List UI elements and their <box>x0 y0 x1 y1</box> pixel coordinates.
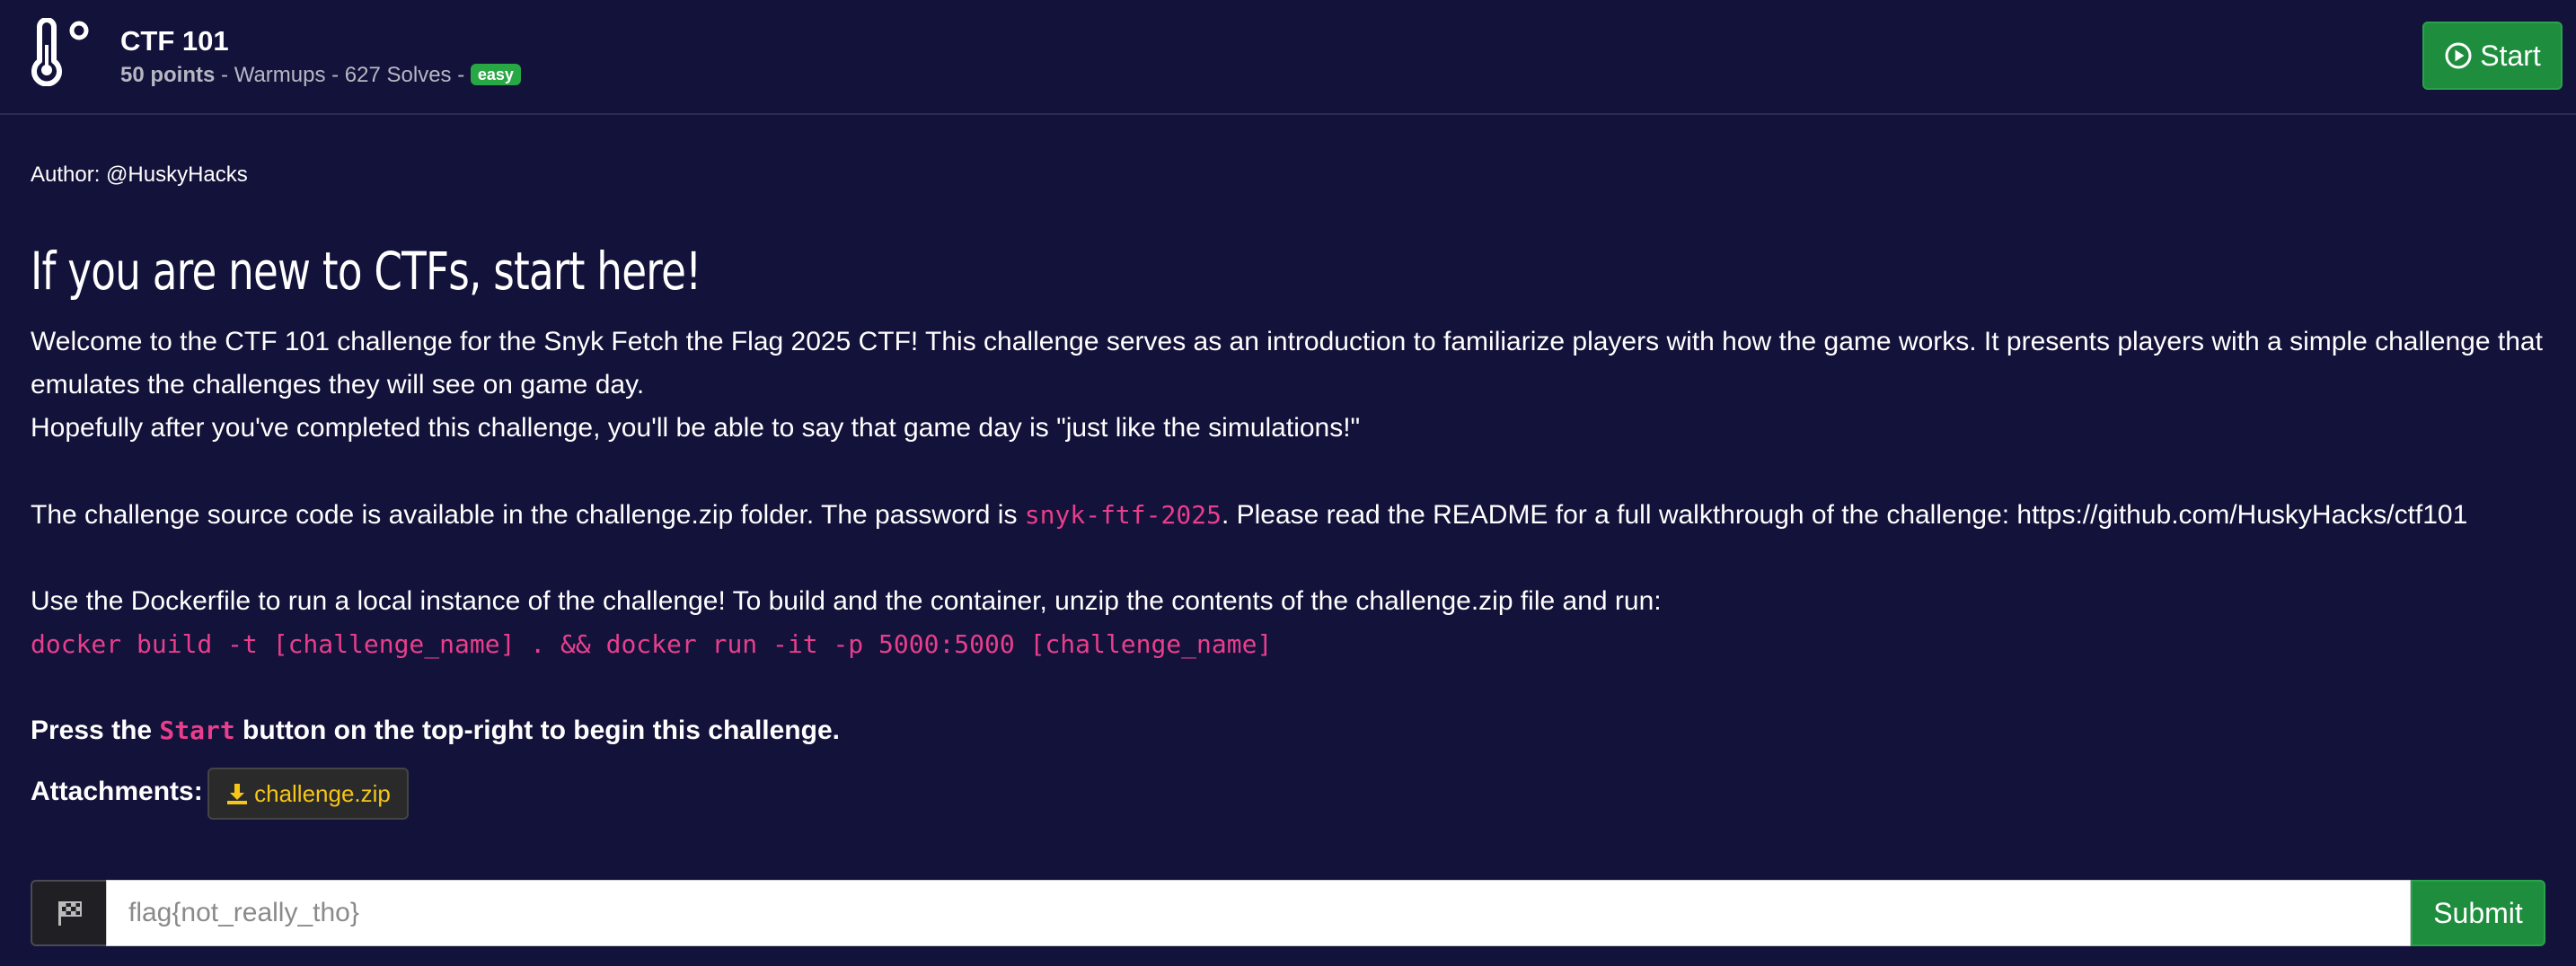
press-text-post: button on the top-right to begin this ch… <box>234 716 840 745</box>
challenge-title: CTF 101 <box>120 25 229 57</box>
docker-command: docker build -t [challenge_name] . && do… <box>31 629 1273 659</box>
submit-button[interactable]: Submit <box>2411 880 2545 946</box>
difficulty-badge: easy <box>470 64 521 85</box>
challenge-meta-details: - Warmups - 627 Solves - <box>215 63 471 87</box>
press-text-pre: Press the <box>31 716 160 745</box>
download-icon <box>227 784 248 804</box>
attachment-download-button[interactable]: challenge.zip <box>207 768 409 820</box>
author-line: Author: @HuskyHacks <box>31 162 248 187</box>
source-paragraph: The challenge source code is available i… <box>31 494 2545 537</box>
challenge-meta: 50 points - Warmups - 627 Solves - easy <box>120 61 521 90</box>
source-text-pre: The challenge source code is available i… <box>31 500 1025 530</box>
description-heading: If you are new to CTFs, start here! <box>31 241 701 302</box>
intro-line-1: Welcome to the CTF 101 challenge for the… <box>31 327 2543 356</box>
flag-input-prefix <box>31 880 106 946</box>
flag-input[interactable] <box>106 880 2411 946</box>
flag-submit-form: Submit <box>31 880 2545 946</box>
attachments-label: Attachments: <box>31 777 203 806</box>
attachment-filename: challenge.zip <box>254 779 391 807</box>
press-start-code: Start <box>159 716 235 745</box>
intro-line-3: Hopefully after you've completed this ch… <box>31 413 1361 443</box>
thermometer-icon <box>31 18 89 86</box>
start-button[interactable]: Start <box>2422 22 2563 90</box>
checkered-flag-icon <box>58 901 82 926</box>
source-text-post: . Please read the README for a full walk… <box>1221 500 2468 530</box>
challenge-points: 50 points <box>120 63 216 87</box>
press-start-instruction: Press the Start button on the top-right … <box>31 709 840 752</box>
intro-line-2: emulates the challenges they will see on… <box>31 370 645 400</box>
play-circle-icon <box>2445 42 2472 69</box>
challenge-header: CTF 101 50 points - Warmups - 627 Solves… <box>0 0 2576 115</box>
docker-instructions: Use the Dockerfile to run a local instan… <box>31 586 1662 616</box>
start-button-label: Start <box>2480 39 2541 72</box>
password-code: snyk-ftf-2025 <box>1024 500 1222 530</box>
